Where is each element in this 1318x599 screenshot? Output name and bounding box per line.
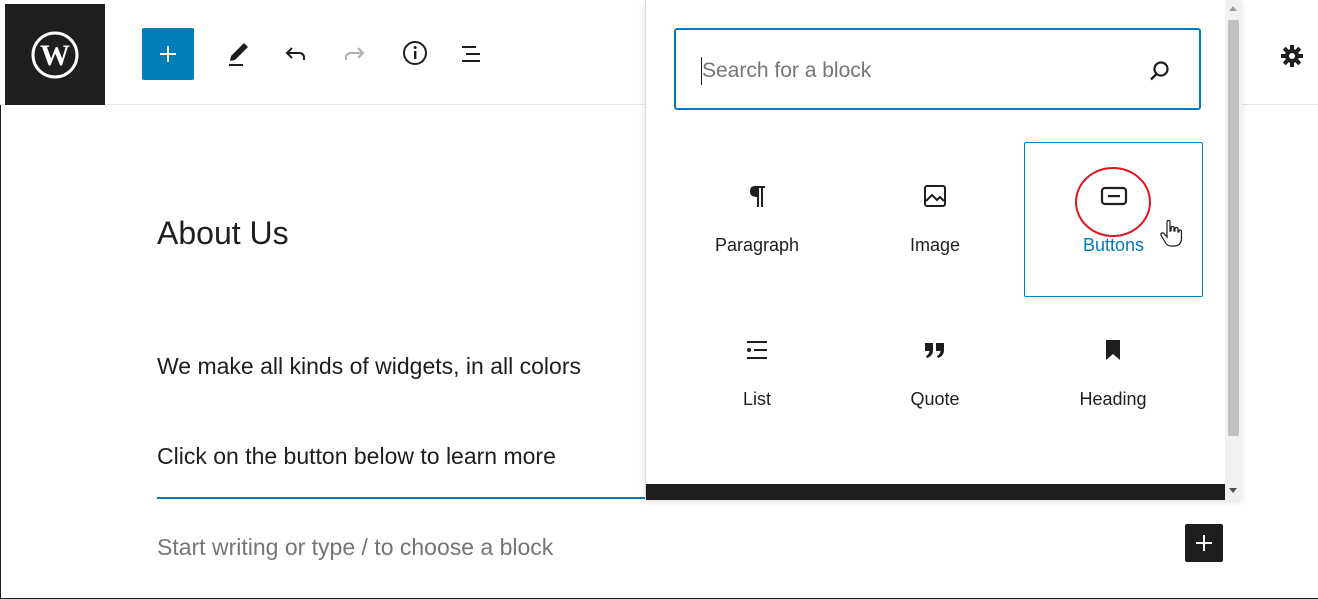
wordpress-logo-icon: W [31, 31, 79, 78]
search-icon [1150, 61, 1169, 81]
selected-block-indicator [157, 497, 647, 499]
gear-icon [1281, 45, 1303, 67]
add-block-button[interactable] [142, 28, 194, 80]
block-item-label: Paragraph [714, 235, 800, 255]
inserter-scrollbar[interactable] [1225, 0, 1242, 500]
scroll-down-arrow-icon[interactable] [1229, 488, 1237, 493]
redo-button[interactable] [338, 38, 370, 70]
plus-icon [1196, 535, 1212, 551]
list-view-button[interactable] [456, 38, 488, 70]
block-inserter-panel: Search for a block Paragraph Image Butto… [645, 0, 1242, 500]
wordpress-logo-button[interactable]: W [5, 4, 105, 105]
inline-add-block-button[interactable] [1185, 524, 1223, 562]
block-item-label: Buttons [1082, 235, 1145, 255]
settings-button[interactable] [1274, 38, 1310, 74]
svg-text:W: W [40, 39, 70, 72]
undo-button[interactable] [280, 38, 312, 70]
info-icon [403, 41, 427, 65]
search-placeholder: Search for a block [702, 59, 872, 82]
pencil-icon [229, 43, 248, 66]
scroll-thumb[interactable] [1228, 20, 1239, 436]
quote-icon [925, 343, 944, 358]
block-item-label: Heading [1079, 389, 1147, 409]
paragraph-block[interactable]: We make all kinds of widgets, in all col… [157, 353, 647, 380]
default-block-appender[interactable]: Start writing or type / to choose a bloc… [157, 534, 553, 561]
plus-icon [160, 46, 176, 62]
undo-icon [285, 47, 305, 60]
redo-icon [345, 47, 365, 60]
block-item-label: List [742, 389, 771, 409]
image-icon [924, 185, 946, 207]
bookmark-icon [1106, 340, 1120, 360]
scroll-up-arrow-icon[interactable] [1229, 6, 1237, 11]
tools-button[interactable] [222, 38, 254, 70]
list-view-icon [462, 46, 480, 62]
block-item-label: Image [909, 235, 961, 255]
block-item-image[interactable]: Image [846, 143, 1024, 293]
details-button[interactable] [398, 36, 432, 70]
inserter-footer-bar [646, 484, 1226, 500]
page-title[interactable]: About Us [157, 215, 289, 252]
block-item-buttons[interactable]: Buttons [1024, 142, 1203, 297]
block-item-quote[interactable]: Quote [846, 297, 1024, 447]
paragraph-block-selected[interactable]: Click on the button below to learn more [157, 443, 647, 470]
hand-cursor-icon [1160, 219, 1183, 247]
list-icon [747, 341, 767, 359]
paragraph-icon [750, 186, 765, 207]
block-item-list[interactable]: List [668, 297, 846, 447]
highlight-circle [1075, 167, 1151, 237]
block-item-paragraph[interactable]: Paragraph [668, 143, 846, 293]
block-search-input[interactable]: Search for a block [674, 28, 1201, 110]
block-item-label: Quote [910, 389, 960, 409]
block-item-heading[interactable]: Heading [1024, 297, 1202, 447]
